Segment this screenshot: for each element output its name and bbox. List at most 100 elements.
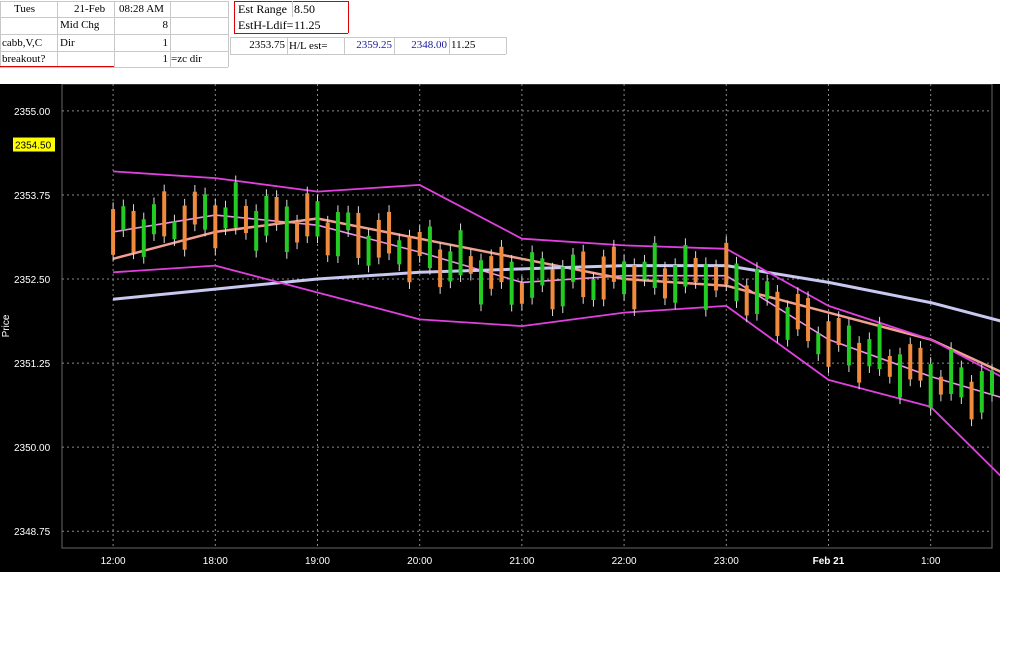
hl-low-cell[interactable]: 2348.00: [394, 37, 447, 53]
date-cell[interactable]: 21-Feb: [74, 1, 105, 17]
candle-body: [632, 265, 637, 310]
upper-band-line: [113, 170, 1000, 377]
candle-body: [417, 231, 422, 257]
candle-body: [693, 257, 698, 283]
y-tick-label: 2353.75: [14, 191, 51, 202]
candle-body: [734, 263, 739, 302]
est-range-value[interactable]: 8.50: [294, 1, 315, 17]
x-tick-label: 19:00: [305, 556, 330, 567]
candle-body: [519, 282, 524, 304]
candle-body: [714, 266, 719, 291]
candle-body: [724, 242, 729, 285]
x-tick-label: 12:00: [101, 556, 126, 567]
candle-body: [642, 261, 647, 280]
candle-body: [162, 191, 167, 237]
candle-body: [233, 182, 238, 228]
candle-body: [949, 348, 954, 394]
candle-body: [172, 221, 177, 240]
mid-chg-label[interactable]: Mid Chg: [60, 17, 99, 33]
day-cell[interactable]: Tues: [14, 1, 35, 17]
cabb-label[interactable]: cabb,V,C: [2, 35, 42, 51]
hl-est-label[interactable]: H/L est=: [289, 38, 327, 54]
slow-ma-line: [112, 217, 1000, 373]
y-tick-label: 2351.25: [14, 359, 51, 370]
candle-body: [458, 230, 463, 276]
candle-body: [898, 354, 903, 398]
candle-body: [826, 321, 831, 367]
candle-body: [744, 285, 749, 316]
candle-body: [407, 236, 412, 283]
candle-body: [325, 222, 330, 256]
candle-body: [662, 268, 667, 299]
candle-body: [468, 256, 473, 274]
candle-body: [918, 347, 923, 381]
candle-body: [203, 194, 208, 230]
current-price-label: 2354.50: [15, 141, 52, 152]
candle-body: [111, 209, 116, 255]
candle-body: [182, 205, 187, 250]
candle-body: [979, 371, 984, 413]
candle-body: [990, 370, 994, 395]
zc-dir-note[interactable]: =zc dir: [171, 51, 202, 67]
candle-body: [141, 219, 146, 257]
candle-body: [622, 261, 627, 295]
x-tick-label: Feb 21: [813, 556, 845, 567]
candle-body: [867, 339, 872, 367]
candle-body: [673, 265, 678, 303]
candle-body: [754, 268, 759, 314]
candle-body: [928, 364, 933, 409]
dir-value[interactable]: 1: [114, 35, 169, 51]
candle-body: [785, 307, 790, 340]
mid-chg-value[interactable]: 8: [114, 17, 169, 33]
breakout-value[interactable]: 1: [114, 51, 169, 67]
candle-body: [131, 210, 136, 253]
lower-band-line: [113, 264, 1000, 477]
est-hl-value[interactable]: 11.25: [294, 17, 321, 33]
candle-body: [775, 291, 780, 336]
candle-body: [254, 211, 259, 251]
candle-body: [192, 191, 197, 225]
candle-body: [887, 355, 892, 377]
candle-body: [959, 367, 964, 398]
candle-body: [295, 221, 300, 243]
candle-body: [335, 212, 340, 257]
x-tick-label: 20:00: [407, 556, 432, 567]
candle-body: [560, 266, 565, 307]
hl-diff-cell[interactable]: 11.25: [451, 37, 475, 53]
candle-body: [448, 251, 453, 282]
candle-body: [908, 344, 913, 380]
dir-label[interactable]: Dir: [60, 35, 75, 51]
long-ma-line: [112, 264, 1000, 323]
candle-body: [765, 281, 770, 299]
est-range-label[interactable]: Est Range: [238, 1, 287, 17]
price-chart[interactable]: 2355.00 2353.75 2352.50 2351.25 2350.00 2348.…: [0, 84, 1000, 572]
candle-body: [550, 269, 555, 310]
candle-body: [969, 381, 974, 420]
chart-svg: 2355.00 2353.75 2352.50 2351.25 2350.00 2348.…: [1, 84, 1000, 567]
x-tick-label: 22:00: [612, 556, 637, 567]
candle-body: [846, 325, 851, 366]
candle-body: [683, 245, 688, 287]
est-hl-label[interactable]: EstH-Ldif=: [238, 17, 293, 33]
y-tick-label: 2348.75: [14, 527, 51, 538]
x-tick-label: 21:00: [509, 556, 534, 567]
price-cell[interactable]: 2353.75: [230, 37, 285, 53]
candle-body: [376, 219, 381, 258]
hl-high-cell[interactable]: 2359.25: [344, 37, 392, 53]
candle-body: [499, 246, 504, 283]
candle-body: [243, 205, 248, 234]
time-cell[interactable]: 08:28 AM: [119, 1, 164, 17]
candle-body: [581, 251, 586, 298]
x-tick-label: 23:00: [714, 556, 739, 567]
candle-body: [509, 261, 514, 305]
candle-body: [836, 317, 841, 346]
candle-body: [530, 252, 535, 298]
candle-body: [601, 256, 606, 300]
candle-body: [591, 279, 596, 300]
x-tick-label: 1:00: [921, 556, 941, 567]
candle-body: [570, 254, 575, 282]
candle-body: [121, 206, 126, 231]
candle-body: [652, 242, 657, 288]
breakout-label[interactable]: breakout?: [2, 51, 45, 67]
candle-body: [397, 240, 402, 265]
